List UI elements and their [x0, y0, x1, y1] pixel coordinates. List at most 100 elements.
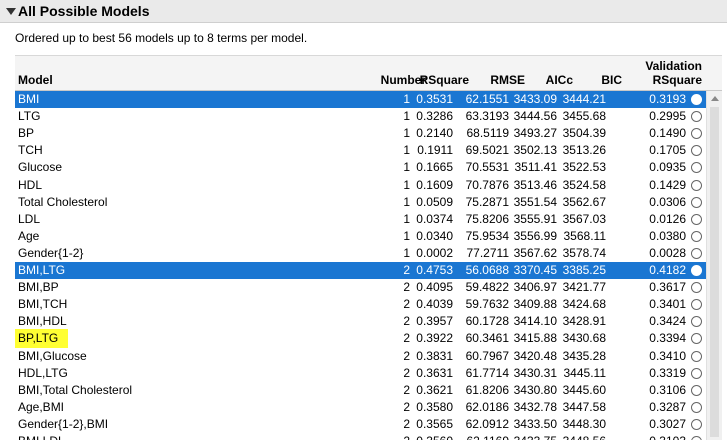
rmse-cell: 68.5119 — [466, 126, 510, 141]
disclosure-triangle-icon[interactable] — [6, 8, 16, 15]
vertical-scrollbar[interactable] — [706, 91, 722, 440]
rsquare-cell: 0.3831 — [416, 348, 453, 363]
model-cell: HDL,LTG — [18, 365, 68, 380]
row-radio-button[interactable] — [691, 247, 702, 259]
row-radio-button[interactable] — [691, 145, 702, 157]
row-radio-button[interactable] — [691, 94, 702, 105]
model-cell: BP — [18, 126, 35, 141]
rmse-cell: 75.2871 — [465, 194, 509, 209]
model-cell: HDL — [18, 177, 43, 192]
row-radio-button[interactable] — [691, 128, 702, 140]
validation-rsquare-cell: 0.0380 — [649, 228, 686, 243]
number-cell: 1 — [403, 92, 410, 106]
col-header-validation-rsquare[interactable]: Validation RSquare — [645, 59, 702, 87]
row-radio-button[interactable] — [691, 367, 702, 379]
row-radio-button[interactable] — [691, 418, 702, 430]
row-radio-button[interactable] — [691, 111, 702, 123]
bic-cell: 3447.58 — [562, 399, 606, 414]
aicc-cell: 3409.88 — [513, 297, 557, 312]
rsquare-cell: 0.0374 — [416, 211, 453, 226]
col-header-model[interactable]: Model — [18, 73, 53, 87]
rmse-cell: 61.7714 — [465, 365, 509, 380]
validation-rsquare-cell: 0.3027 — [649, 416, 686, 431]
report-outline-header[interactable]: All Possible Models — [0, 0, 727, 23]
rmse-cell: 62.0912 — [465, 416, 509, 431]
rsquare-cell: 0.0002 — [416, 245, 453, 260]
table-row[interactable]: TCH 1 0.1911 69.5021 3502.13 3513.26 0.1705 — [15, 142, 706, 159]
row-radio-button[interactable] — [691, 179, 702, 191]
rmse-cell: 59.7632 — [465, 297, 509, 312]
model-cell: Age — [18, 228, 40, 243]
table-row[interactable]: Glucose 1 0.1665 70.5531 3511.41 3522.53 0.093… — [15, 159, 706, 176]
table-row[interactable]: Age 1 0.0340 75.9534 3556.99 3568.11 0.0380 — [15, 228, 706, 245]
rmse-cell: 59.4822 — [465, 280, 509, 295]
rsquare-cell: 0.3286 — [416, 109, 453, 124]
row-radio-button[interactable] — [691, 230, 702, 242]
model-cell: BMI — [18, 92, 40, 106]
bic-cell: 3435.28 — [562, 348, 606, 363]
row-radio-button[interactable] — [691, 299, 702, 311]
scroll-up-arrow-icon[interactable] — [711, 96, 719, 101]
number-cell: 2 — [403, 365, 410, 380]
row-radio-button[interactable] — [691, 333, 702, 345]
rmse-cell: 75.9534 — [465, 228, 509, 243]
table-row[interactable]: BMI,HDL 2 0.3957 60.1728 3414.10 3428.91 0.342… — [15, 313, 706, 330]
table-row[interactable]: LTG 1 0.3286 63.3193 3444.56 3455.68 0.2995 — [15, 108, 706, 125]
aicc-cell: 3406.97 — [513, 280, 557, 295]
row-radio-button[interactable] — [691, 316, 702, 328]
number-cell: 1 — [403, 194, 410, 209]
table-row[interactable]: Total Cholesterol 1 0.0509 75.2871 3551.54 35… — [15, 194, 706, 211]
model-cell: BMI,HDL — [18, 314, 67, 329]
row-radio-button[interactable] — [691, 350, 702, 362]
table-row[interactable]: Gender{1-2},BMI 2 0.3565 62.0912 3433.50 3448… — [15, 416, 706, 433]
scrollbar-thumb[interactable] — [710, 107, 719, 437]
table-row[interactable]: LDL 1 0.0374 75.8206 3555.91 3567.03 0.0126 — [15, 211, 706, 228]
number-cell: 2 — [403, 263, 410, 277]
row-radio-button[interactable] — [691, 162, 702, 174]
row-radio-button[interactable] — [691, 196, 702, 208]
validation-rsquare-cell: 0.3319 — [649, 365, 686, 380]
table-row[interactable]: BMI 1 0.3531 62.1551 3433.09 3444.21 0.3193 — [15, 91, 706, 108]
model-cell: BMI,BP — [18, 280, 59, 295]
row-radio-button[interactable] — [691, 282, 702, 294]
table-row[interactable]: BMI,Total Cholesterol 2 0.3621 61.8206 3430.… — [15, 382, 706, 399]
table-row[interactable]: BMI,TCH 2 0.4039 59.7632 3409.88 3424.68 0.340… — [15, 296, 706, 313]
col-header-aicc[interactable]: AICc — [546, 73, 573, 87]
row-radio-button[interactable] — [691, 436, 702, 440]
validation-rsquare-cell: 0.0306 — [649, 194, 686, 209]
rsquare-cell: 0.3922 — [416, 331, 453, 346]
row-radio-button[interactable] — [691, 265, 702, 276]
table-header: Model Number RSquare RMSE AICc BIC Valid… — [15, 56, 722, 91]
col-header-rsquare[interactable]: RSquare — [420, 73, 469, 87]
table-row[interactable]: BMI,Glucose 2 0.3831 60.7967 3420.48 3435.28 0… — [15, 348, 706, 365]
validation-rsquare-cell: 0.2995 — [649, 109, 686, 124]
rsquare-cell: 0.3580 — [416, 399, 453, 414]
number-cell: 2 — [403, 331, 410, 346]
aicc-cell: 3502.13 — [513, 143, 557, 158]
table-row[interactable]: BP,LTG 2 0.3922 60.3461 3415.88 3430.68 0.3394 — [15, 329, 706, 349]
table-row[interactable]: Age,BMI 2 0.3580 62.0186 3432.78 3447.58 0.328… — [15, 399, 706, 416]
number-cell: 1 — [403, 109, 410, 124]
number-cell: 2 — [403, 416, 410, 431]
rmse-cell: 69.5021 — [465, 143, 509, 158]
table-row[interactable]: Gender{1-2} 1 0.0002 77.2711 3567.62 3578.74 0… — [15, 245, 706, 262]
table-row[interactable]: BMI,LTG 2 0.4753 56.0688 3370.45 3385.25 0.418… — [15, 262, 706, 279]
number-cell: 2 — [403, 399, 410, 414]
row-radio-button[interactable] — [691, 213, 702, 225]
aicc-cell: 3433.09 — [513, 92, 557, 106]
model-cell: BP,LTG — [18, 331, 59, 346]
table-row[interactable]: BP 1 0.2140 68.5119 3493.27 3504.39 0.1490 — [15, 125, 706, 142]
col-header-rmse[interactable]: RMSE — [490, 73, 525, 87]
number-cell: 2 — [403, 382, 410, 397]
bic-cell: 3430.68 — [562, 331, 606, 346]
col-header-bic[interactable]: BIC — [601, 73, 622, 87]
report-subtitle: Ordered up to best 56 models up to 8 ter… — [15, 31, 308, 45]
table-row[interactable]: BMI,BP 2 0.4095 59.4822 3406.97 3421.77 0.3617 — [15, 279, 706, 296]
row-radio-button[interactable] — [691, 401, 702, 413]
validation-rsquare-cell: 0.0935 — [649, 160, 686, 175]
row-radio-button[interactable] — [691, 384, 702, 396]
rsquare-cell: 0.3631 — [416, 365, 453, 380]
table-row[interactable]: HDL 1 0.1609 70.7876 3513.46 3524.58 0.1429 — [15, 177, 706, 194]
aicc-cell: 3415.88 — [513, 331, 557, 346]
table-row[interactable]: HDL,LTG 2 0.3631 61.7714 3430.31 3445.11 0.331… — [15, 365, 706, 382]
